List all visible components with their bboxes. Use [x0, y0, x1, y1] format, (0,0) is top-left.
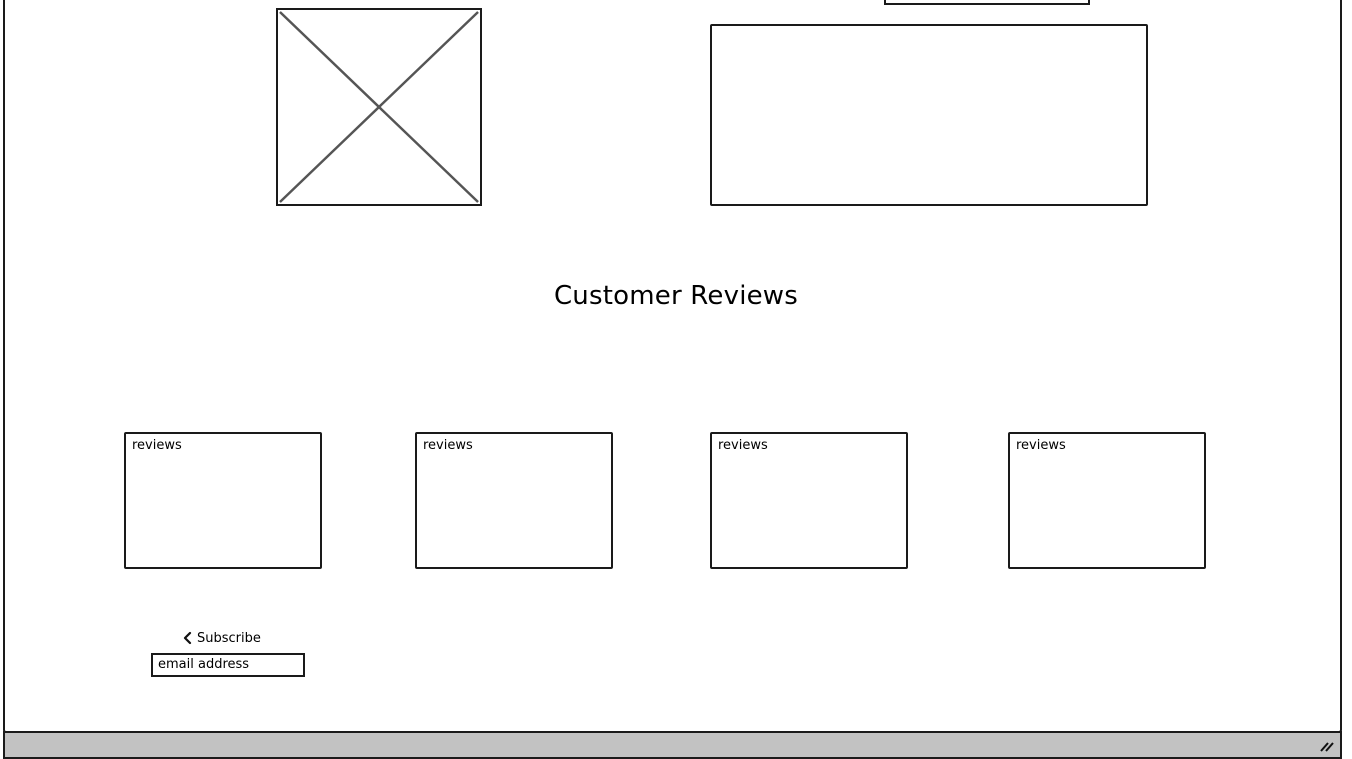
review-card-label: reviews: [423, 438, 473, 453]
review-card-label: reviews: [718, 438, 768, 453]
subscribe-label: Subscribe: [197, 630, 261, 646]
review-card-label: reviews: [1016, 438, 1066, 453]
review-card: reviews: [710, 432, 908, 569]
review-card: reviews: [1008, 432, 1206, 569]
chevron-left-icon: [182, 631, 192, 645]
top-box-edge: [884, 0, 1090, 5]
review-card-label: reviews: [132, 438, 182, 453]
image-placeholder: [276, 8, 482, 206]
review-card: reviews: [124, 432, 322, 569]
section-title: Customer Reviews: [553, 281, 799, 311]
status-bar: [3, 731, 1342, 759]
resize-grip-icon[interactable]: [1318, 739, 1334, 753]
content-text-box: [710, 24, 1148, 206]
image-placeholder-cross-icon: [279, 11, 479, 203]
subscribe-link[interactable]: Subscribe: [182, 629, 261, 647]
email-field[interactable]: email address: [151, 653, 305, 677]
review-card: reviews: [415, 432, 613, 569]
